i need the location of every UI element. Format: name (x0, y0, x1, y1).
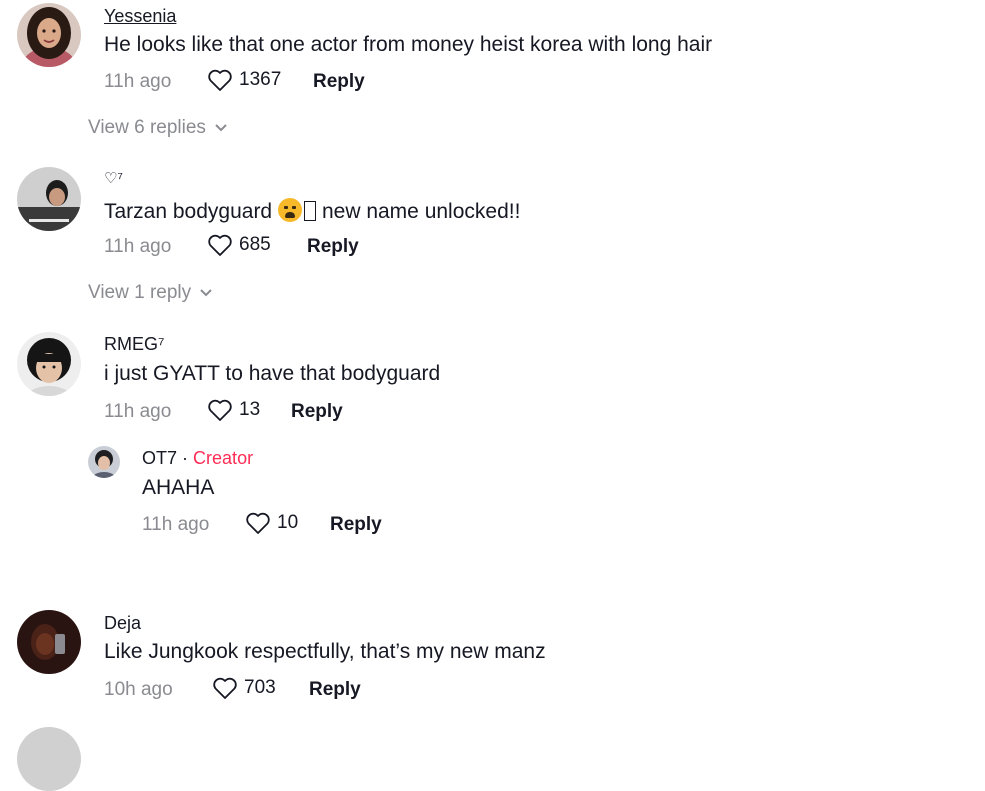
comment-username[interactable]: ♡⁷ (104, 169, 123, 187)
comment-username[interactable]: Deja (104, 613, 141, 634)
comment-timestamp: 11h ago (104, 236, 172, 257)
comment-text-end: new name unlocked!! (321, 200, 521, 223)
reply-button[interactable]: Reply (313, 71, 365, 93)
like-button[interactable]: 10 (245, 511, 298, 535)
comment-text: He looks like that one actor from money … (104, 33, 713, 56)
chevron-down-icon (215, 124, 227, 132)
reply-button[interactable]: Reply (307, 236, 359, 258)
heart-outline-icon (208, 234, 232, 256)
reply-username-line: OT7 · Creator (142, 448, 253, 469)
comment-text: Tarzan bodyguard new name unlocked!! (104, 198, 520, 224)
like-button[interactable]: 685 (207, 233, 271, 257)
missing-glyph-icon (303, 201, 316, 221)
like-button[interactable]: 1367 (207, 68, 281, 92)
like-count: 1367 (239, 69, 282, 90)
comment-username[interactable]: RMEG⁷ (104, 334, 165, 355)
comment-timestamp: 11h ago (104, 71, 172, 92)
creator-badge: Creator (193, 448, 254, 468)
heart-outline-icon (246, 512, 270, 534)
avatar[interactable] (17, 610, 81, 674)
avatar[interactable] (17, 727, 81, 791)
reply-button[interactable]: Reply (330, 514, 382, 536)
avatar[interactable] (88, 446, 120, 478)
avatar[interactable] (17, 3, 81, 67)
chevron-down-icon (200, 289, 212, 297)
like-button[interactable]: 13 (207, 398, 260, 422)
like-count: 10 (277, 512, 299, 533)
avatar[interactable] (17, 167, 81, 231)
comment-timestamp: 10h ago (104, 679, 173, 700)
reply-timestamp: 11h ago (142, 514, 210, 535)
comment-text: i just GYATT to have that bodyguard (104, 362, 441, 385)
heart-outline-icon (213, 677, 237, 699)
view-replies-label: View 1 reply (88, 282, 192, 303)
comment-timestamp: 11h ago (104, 401, 172, 422)
comment-username[interactable]: Yessenia (104, 6, 176, 27)
reply-username[interactable]: OT7 (142, 448, 177, 468)
reply-button[interactable]: Reply (291, 401, 343, 423)
view-replies-button[interactable]: View 6 replies (88, 117, 228, 139)
view-replies-label: View 6 replies (88, 117, 206, 138)
view-replies-button[interactable]: View 1 reply (88, 282, 213, 304)
heart-outline-icon (208, 69, 232, 91)
comment-text: Like Jungkook respectfully, that’s my ne… (104, 640, 546, 663)
like-count: 685 (239, 234, 271, 255)
separator-dot: · (182, 448, 189, 468)
like-count: 703 (244, 677, 276, 698)
like-count: 13 (239, 399, 261, 420)
reply-button[interactable]: Reply (309, 679, 361, 701)
like-button[interactable]: 703 (212, 676, 276, 700)
comment-text-start: Tarzan bodyguard (104, 200, 273, 223)
weary-face-icon (277, 198, 302, 222)
reply-text: AHAHA (142, 476, 215, 499)
heart-outline-icon (208, 399, 232, 421)
avatar[interactable] (17, 332, 81, 396)
